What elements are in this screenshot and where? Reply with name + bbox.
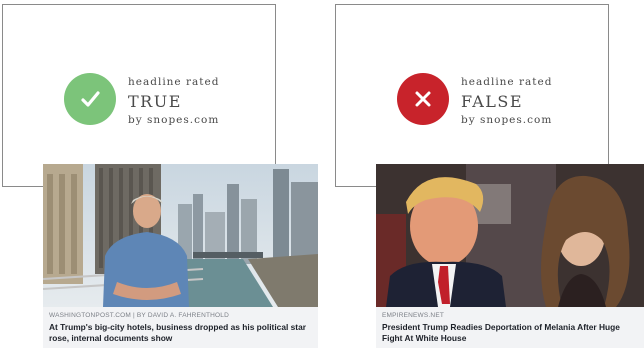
checkmark-icon — [64, 73, 116, 125]
news-caption[interactable]: EMPIRENEWS.NET President Trump Readies D… — [376, 307, 644, 348]
false-rating-badge — [397, 73, 449, 125]
people-photo — [376, 164, 644, 307]
rating-source: by snopes.com — [128, 113, 220, 126]
news-headline[interactable]: President Trump Readies Deportation of M… — [382, 322, 638, 344]
rating-line1: headline rated — [128, 76, 220, 88]
news-source: WASHINGTONPOST.COM | BY DAVID A. FAHRENT… — [49, 312, 229, 319]
rating-line1: headline rated — [461, 76, 553, 88]
news-headline[interactable]: At Trump's big-city hotels, business dro… — [49, 322, 312, 344]
news-image-couple[interactable] — [376, 164, 644, 307]
news-card-washingtonpost[interactable]: WASHINGTONPOST.COM | BY DAVID A. FAHRENT… — [43, 164, 318, 348]
news-source: EMPIRENEWS.NET — [382, 312, 445, 319]
rating-source: by snopes.com — [461, 113, 553, 126]
false-rating-box: headline rated FALSE by snopes.com — [335, 4, 609, 187]
true-rating-badge — [64, 73, 116, 125]
true-rating-text: headline rated TRUE by snopes.com — [128, 77, 219, 125]
x-cross-icon — [397, 73, 449, 125]
news-card-empirenews[interactable]: EMPIRENEWS.NET President Trump Readies D… — [376, 164, 644, 348]
city-photo — [43, 164, 318, 307]
rating-verdict: FALSE — [461, 91, 524, 111]
page: headline rated TRUE by snopes.com headli… — [0, 0, 644, 349]
news-image-city-river[interactable] — [43, 164, 318, 307]
false-rating-text: headline rated FALSE by snopes.com — [461, 77, 552, 125]
true-rating-box: headline rated TRUE by snopes.com — [2, 4, 276, 187]
rating-verdict: TRUE — [128, 91, 182, 111]
news-caption[interactable]: WASHINGTONPOST.COM | BY DAVID A. FAHRENT… — [43, 307, 318, 348]
